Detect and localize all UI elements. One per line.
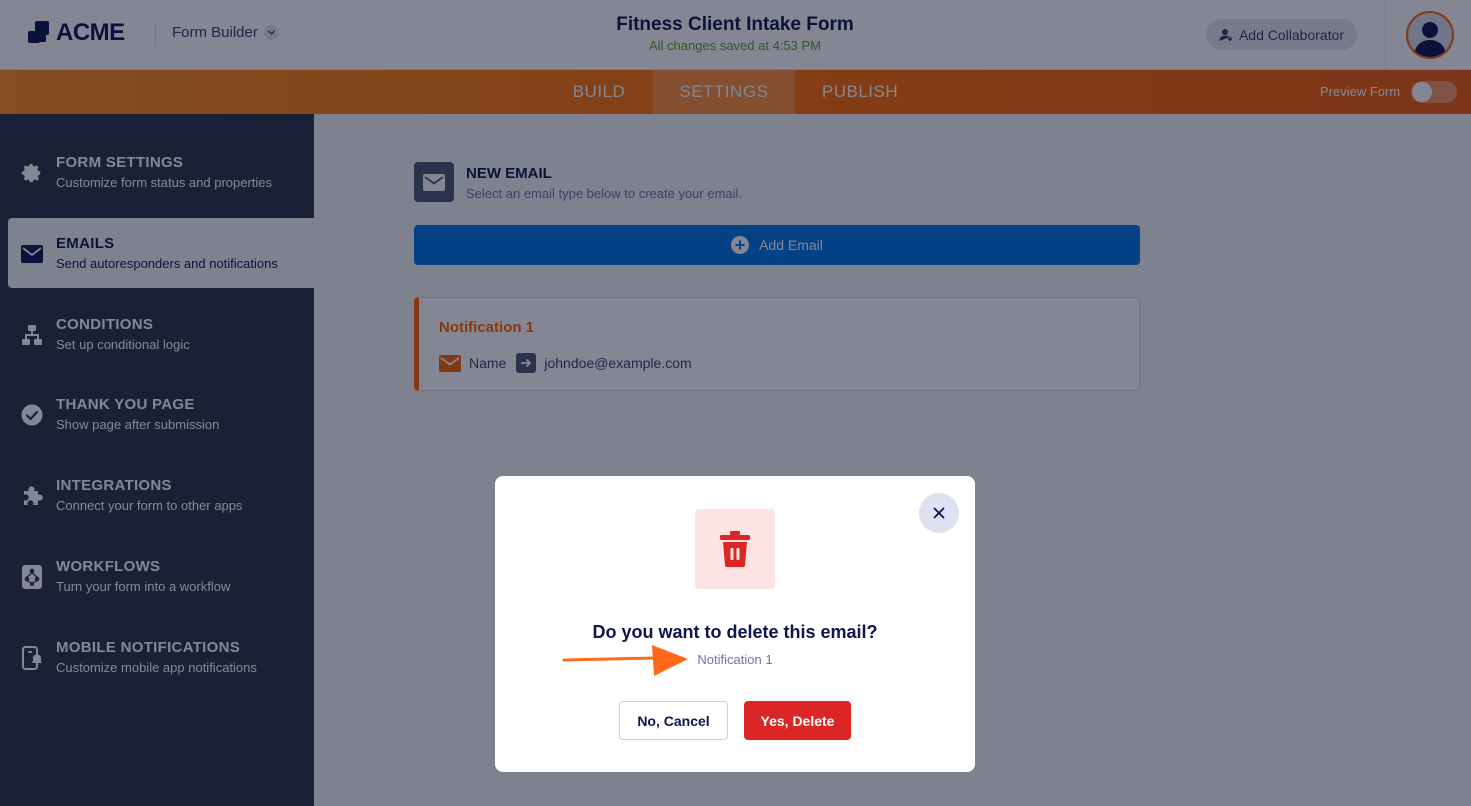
annotation-arrow-icon: [562, 645, 688, 676]
confirm-delete-button[interactable]: Yes, Delete: [744, 701, 851, 740]
trash-icon-container: [695, 509, 775, 589]
close-icon: [933, 507, 945, 519]
delete-email-dialog: Do you want to delete this email? Notifi…: [495, 476, 975, 772]
cancel-button[interactable]: No, Cancel: [619, 701, 728, 740]
close-button[interactable]: [919, 493, 959, 533]
trash-icon: [720, 531, 750, 567]
